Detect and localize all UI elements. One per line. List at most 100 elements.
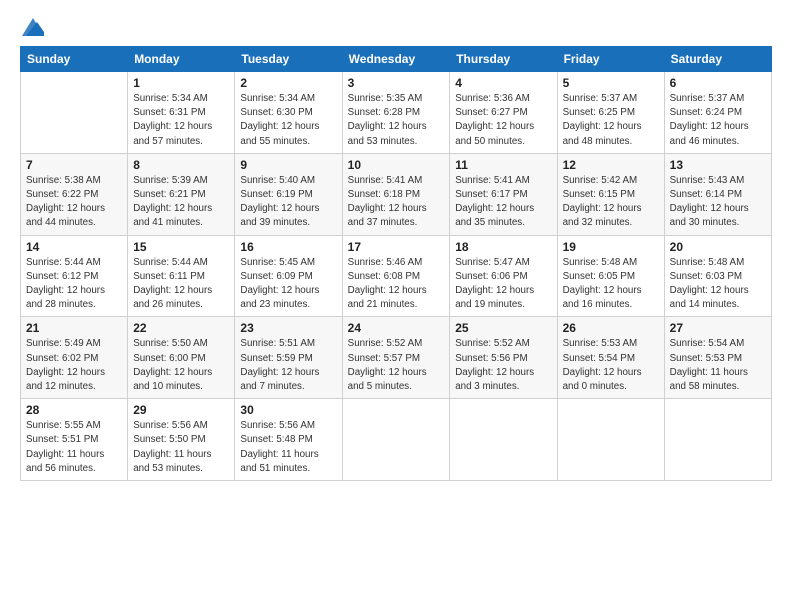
calendar-week-row: 7 Sunrise: 5:38 AM Sunset: 6:22 PM Daylig… xyxy=(21,153,772,235)
calendar-cell: 28 Sunrise: 5:55 AM Sunset: 5:51 PM Dayli… xyxy=(21,399,128,481)
day-info: Sunrise: 5:51 AM Sunset: 5:59 PM Dayligh… xyxy=(240,337,336,394)
calendar-week-row: 14 Sunrise: 5:44 AM Sunset: 6:12 PM Dayli… xyxy=(21,235,772,317)
calendar-cell: 23 Sunrise: 5:51 AM Sunset: 5:59 PM Dayli… xyxy=(235,317,342,399)
day-number: 21 xyxy=(26,321,122,335)
day-number: 10 xyxy=(348,158,445,172)
page: SundayMondayTuesdayWednesdayThursdayFrid… xyxy=(0,0,792,612)
day-info: Sunrise: 5:47 AM Sunset: 6:06 PM Dayligh… xyxy=(455,256,551,313)
day-info: Sunrise: 5:56 AM Sunset: 5:50 PM Dayligh… xyxy=(133,419,229,476)
calendar-cell: 5Sunrise: 5:37 AM Sunset: 6:25 PM Daylig… xyxy=(557,72,664,154)
day-number: 24 xyxy=(348,321,445,335)
day-number: 20 xyxy=(670,240,766,254)
day-info: Sunrise: 5:41 AM Sunset: 6:18 PM Dayligh… xyxy=(348,174,445,231)
day-info: Sunrise: 5:34 AM Sunset: 6:30 PM Dayligh… xyxy=(240,92,336,149)
day-number: 29 xyxy=(133,403,229,417)
day-info: Sunrise: 5:48 AM Sunset: 6:05 PM Dayligh… xyxy=(563,256,659,313)
day-info: Sunrise: 5:42 AM Sunset: 6:15 PM Dayligh… xyxy=(563,174,659,231)
day-number: 7 xyxy=(26,158,122,172)
day-number: 18 xyxy=(455,240,551,254)
day-info: Sunrise: 5:56 AM Sunset: 5:48 PM Dayligh… xyxy=(240,419,336,476)
day-number: 17 xyxy=(348,240,445,254)
day-number: 8 xyxy=(133,158,229,172)
day-info: Sunrise: 5:44 AM Sunset: 6:11 PM Dayligh… xyxy=(133,256,229,313)
day-number: 23 xyxy=(240,321,336,335)
day-info: Sunrise: 5:46 AM Sunset: 6:08 PM Dayligh… xyxy=(348,256,445,313)
calendar-cell: 18 Sunrise: 5:47 AM Sunset: 6:06 PM Dayli… xyxy=(450,235,557,317)
calendar-cell: 8 Sunrise: 5:39 AM Sunset: 6:21 PM Daylig… xyxy=(128,153,235,235)
calendar-day-header: Wednesday xyxy=(342,47,450,72)
calendar-cell: 26Sunrise: 5:53 AM Sunset: 5:54 PM Dayli… xyxy=(557,317,664,399)
calendar-cell: 25Sunrise: 5:52 AM Sunset: 5:56 PM Dayli… xyxy=(450,317,557,399)
calendar-day-header: Friday xyxy=(557,47,664,72)
calendar-cell xyxy=(664,399,771,481)
calendar-cell xyxy=(557,399,664,481)
logo-icon xyxy=(22,18,44,36)
day-info: Sunrise: 5:49 AM Sunset: 6:02 PM Dayligh… xyxy=(26,337,122,394)
day-number: 26 xyxy=(563,321,659,335)
day-info: Sunrise: 5:44 AM Sunset: 6:12 PM Dayligh… xyxy=(26,256,122,313)
header xyxy=(20,18,772,36)
calendar-cell: 9 Sunrise: 5:40 AM Sunset: 6:19 PM Daylig… xyxy=(235,153,342,235)
calendar-day-header: Monday xyxy=(128,47,235,72)
calendar-cell: 15Sunrise: 5:44 AM Sunset: 6:11 PM Dayli… xyxy=(128,235,235,317)
calendar-cell: 6 Sunrise: 5:37 AM Sunset: 6:24 PM Daylig… xyxy=(664,72,771,154)
day-info: Sunrise: 5:50 AM Sunset: 6:00 PM Dayligh… xyxy=(133,337,229,394)
calendar-cell: 2 Sunrise: 5:34 AM Sunset: 6:30 PM Daylig… xyxy=(235,72,342,154)
day-number: 9 xyxy=(240,158,336,172)
day-info: Sunrise: 5:38 AM Sunset: 6:22 PM Dayligh… xyxy=(26,174,122,231)
day-info: Sunrise: 5:52 AM Sunset: 5:57 PM Dayligh… xyxy=(348,337,445,394)
day-number: 1 xyxy=(133,76,229,90)
calendar-week-row: 1 Sunrise: 5:34 AM Sunset: 6:31 PM Daylig… xyxy=(21,72,772,154)
calendar-cell: 19 Sunrise: 5:48 AM Sunset: 6:05 PM Dayli… xyxy=(557,235,664,317)
calendar-cell: 24 Sunrise: 5:52 AM Sunset: 5:57 PM Dayli… xyxy=(342,317,450,399)
day-number: 2 xyxy=(240,76,336,90)
day-number: 19 xyxy=(563,240,659,254)
calendar-cell: 27 Sunrise: 5:54 AM Sunset: 5:53 PM Dayli… xyxy=(664,317,771,399)
day-info: Sunrise: 5:39 AM Sunset: 6:21 PM Dayligh… xyxy=(133,174,229,231)
calendar-week-row: 21 Sunrise: 5:49 AM Sunset: 6:02 PM Dayli… xyxy=(21,317,772,399)
day-info: Sunrise: 5:41 AM Sunset: 6:17 PM Dayligh… xyxy=(455,174,551,231)
day-info: Sunrise: 5:34 AM Sunset: 6:31 PM Dayligh… xyxy=(133,92,229,149)
calendar-day-header: Sunday xyxy=(21,47,128,72)
day-info: Sunrise: 5:36 AM Sunset: 6:27 PM Dayligh… xyxy=(455,92,551,149)
calendar-cell: 7 Sunrise: 5:38 AM Sunset: 6:22 PM Daylig… xyxy=(21,153,128,235)
calendar-cell: 10 Sunrise: 5:41 AM Sunset: 6:18 PM Dayli… xyxy=(342,153,450,235)
calendar-cell: 13Sunrise: 5:43 AM Sunset: 6:14 PM Dayli… xyxy=(664,153,771,235)
calendar-table: SundayMondayTuesdayWednesdayThursdayFrid… xyxy=(20,46,772,481)
day-info: Sunrise: 5:48 AM Sunset: 6:03 PM Dayligh… xyxy=(670,256,766,313)
calendar-cell: 4 Sunrise: 5:36 AM Sunset: 6:27 PM Daylig… xyxy=(450,72,557,154)
calendar-cell xyxy=(342,399,450,481)
day-number: 4 xyxy=(455,76,551,90)
calendar-cell: 3 Sunrise: 5:35 AM Sunset: 6:28 PM Daylig… xyxy=(342,72,450,154)
day-number: 11 xyxy=(455,158,551,172)
calendar-day-header: Thursday xyxy=(450,47,557,72)
calendar-cell: 29 Sunrise: 5:56 AM Sunset: 5:50 PM Dayli… xyxy=(128,399,235,481)
calendar-cell xyxy=(21,72,128,154)
calendar-cell xyxy=(450,399,557,481)
calendar-cell: 20 Sunrise: 5:48 AM Sunset: 6:03 PM Dayli… xyxy=(664,235,771,317)
calendar-cell: 1 Sunrise: 5:34 AM Sunset: 6:31 PM Daylig… xyxy=(128,72,235,154)
calendar-week-row: 28 Sunrise: 5:55 AM Sunset: 5:51 PM Dayli… xyxy=(21,399,772,481)
day-number: 27 xyxy=(670,321,766,335)
day-info: Sunrise: 5:35 AM Sunset: 6:28 PM Dayligh… xyxy=(348,92,445,149)
day-info: Sunrise: 5:45 AM Sunset: 6:09 PM Dayligh… xyxy=(240,256,336,313)
calendar-cell: 14 Sunrise: 5:44 AM Sunset: 6:12 PM Dayli… xyxy=(21,235,128,317)
day-info: Sunrise: 5:37 AM Sunset: 6:24 PM Dayligh… xyxy=(670,92,766,149)
day-number: 6 xyxy=(670,76,766,90)
day-info: Sunrise: 5:40 AM Sunset: 6:19 PM Dayligh… xyxy=(240,174,336,231)
calendar-cell: 21 Sunrise: 5:49 AM Sunset: 6:02 PM Dayli… xyxy=(21,317,128,399)
day-info: Sunrise: 5:54 AM Sunset: 5:53 PM Dayligh… xyxy=(670,337,766,394)
day-number: 12 xyxy=(563,158,659,172)
calendar-cell: 16Sunrise: 5:45 AM Sunset: 6:09 PM Dayli… xyxy=(235,235,342,317)
day-number: 30 xyxy=(240,403,336,417)
day-number: 14 xyxy=(26,240,122,254)
day-number: 28 xyxy=(26,403,122,417)
day-number: 3 xyxy=(348,76,445,90)
day-info: Sunrise: 5:37 AM Sunset: 6:25 PM Dayligh… xyxy=(563,92,659,149)
day-info: Sunrise: 5:55 AM Sunset: 5:51 PM Dayligh… xyxy=(26,419,122,476)
logo xyxy=(20,18,44,36)
calendar-cell: 30 Sunrise: 5:56 AM Sunset: 5:48 PM Dayli… xyxy=(235,399,342,481)
calendar-day-header: Tuesday xyxy=(235,47,342,72)
calendar-header-row: SundayMondayTuesdayWednesdayThursdayFrid… xyxy=(21,47,772,72)
calendar-cell: 12 Sunrise: 5:42 AM Sunset: 6:15 PM Dayli… xyxy=(557,153,664,235)
